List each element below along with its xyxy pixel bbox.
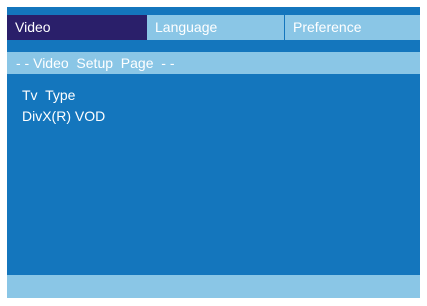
tab-preference[interactable]: Preference xyxy=(285,15,420,40)
menu-item-divx-vod[interactable]: DivX(R) VOD xyxy=(22,106,105,127)
page-header-bar: - - Video Setup Page - - xyxy=(7,52,420,74)
menu-item-tv-type[interactable]: Tv Type xyxy=(22,85,105,106)
tab-video[interactable]: Video xyxy=(7,15,147,40)
tab-language[interactable]: Language xyxy=(147,15,284,40)
settings-menu: Tv Type DivX(R) VOD xyxy=(22,85,105,127)
setup-screen: Video Language Preference - - Video Setu… xyxy=(7,7,420,298)
footer-status-bar xyxy=(7,275,420,298)
tab-bar: Video Language Preference xyxy=(7,15,420,40)
page-title: - - Video Setup Page - - xyxy=(16,55,175,71)
